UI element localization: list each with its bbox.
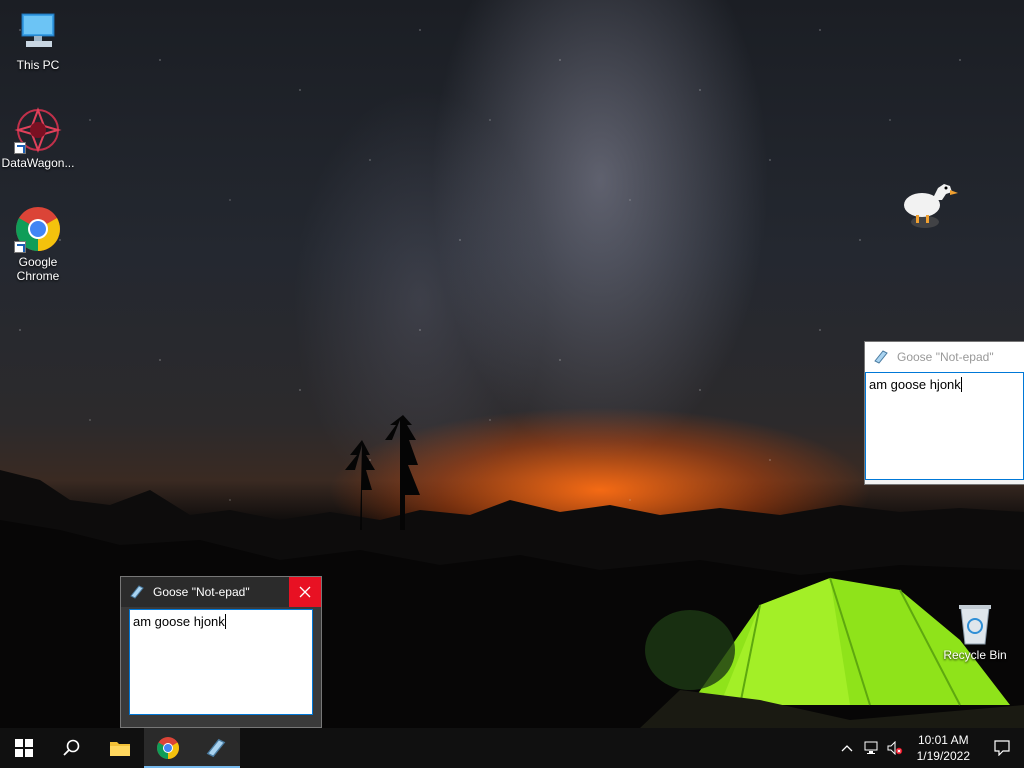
window-titlebar[interactable]: Goose "Not-epad"	[121, 577, 321, 607]
desktop-icon-google-chrome[interactable]: Google Chrome	[0, 205, 76, 283]
close-button[interactable]	[289, 577, 321, 607]
desktop-icon-datawagon[interactable]: DataWagon...	[0, 106, 76, 170]
chrome-icon	[157, 737, 179, 759]
clock-date: 1/19/2022	[916, 749, 970, 763]
search-icon	[63, 739, 80, 756]
goose-notepad-window-inactive[interactable]: Goose "Not-epad" am goose hjonk	[865, 342, 1024, 484]
notepad-text: am goose hjonk	[133, 614, 225, 629]
notepad-text-area[interactable]: am goose hjonk	[865, 372, 1024, 480]
search-button[interactable]	[48, 728, 96, 768]
windows-start-icon	[15, 739, 33, 757]
clock[interactable]: 10:01 AM 1/19/2022	[907, 732, 980, 764]
recycle-bin-icon	[955, 602, 995, 646]
taskbar-file-explorer[interactable]	[96, 728, 144, 768]
action-center-button[interactable]	[980, 728, 1024, 768]
notepad-icon	[874, 350, 888, 364]
taskbar-chrome[interactable]	[144, 728, 192, 768]
notepad-icon	[206, 738, 226, 758]
volume-muted-icon	[887, 741, 902, 755]
computer-icon	[14, 8, 62, 56]
volume-button[interactable]	[883, 728, 907, 768]
show-hidden-icons-button[interactable]	[835, 728, 859, 768]
desktop-icon-recycle-bin[interactable]: Recycle Bin	[937, 602, 1013, 662]
notepad-icon	[130, 585, 144, 599]
goose-notepad-window-active[interactable]: Goose "Not-epad" am goose hjonk	[121, 577, 321, 727]
notepad-text: am goose hjonk	[869, 377, 961, 392]
goose-sprite	[904, 184, 958, 228]
notepad-text-area[interactable]: am goose hjonk	[129, 609, 313, 715]
network-button[interactable]	[859, 728, 883, 768]
close-icon	[299, 586, 311, 598]
window-title: Goose "Not-epad"	[897, 350, 994, 364]
file-explorer-icon	[110, 742, 130, 756]
network-icon	[864, 741, 878, 754]
desktop-icon-label: This PC	[16, 58, 60, 72]
desktop-icon-label: Google Chrome	[16, 255, 60, 283]
datawagon-icon	[14, 106, 62, 154]
shortcut-arrow-icon	[14, 142, 26, 154]
notification-icon	[994, 740, 1010, 756]
chevron-up-icon	[841, 745, 853, 752]
window-titlebar[interactable]: Goose "Not-epad"	[865, 342, 1024, 372]
desktop-icon-this-pc[interactable]: This PC	[0, 8, 76, 72]
system-tray: 10:01 AM 1/19/2022	[835, 728, 1024, 768]
taskbar: 10:01 AM 1/19/2022	[0, 728, 1024, 768]
start-button[interactable]	[0, 728, 48, 768]
desktop-icon-label: Recycle Bin	[943, 648, 1007, 662]
taskbar-goose-notepad[interactable]	[192, 728, 240, 768]
window-title: Goose "Not-epad"	[153, 585, 250, 599]
desktop-icon-label: DataWagon...	[1, 156, 75, 170]
chrome-icon	[14, 205, 62, 253]
shortcut-arrow-icon	[14, 241, 26, 253]
clock-time: 10:01 AM	[917, 733, 969, 747]
